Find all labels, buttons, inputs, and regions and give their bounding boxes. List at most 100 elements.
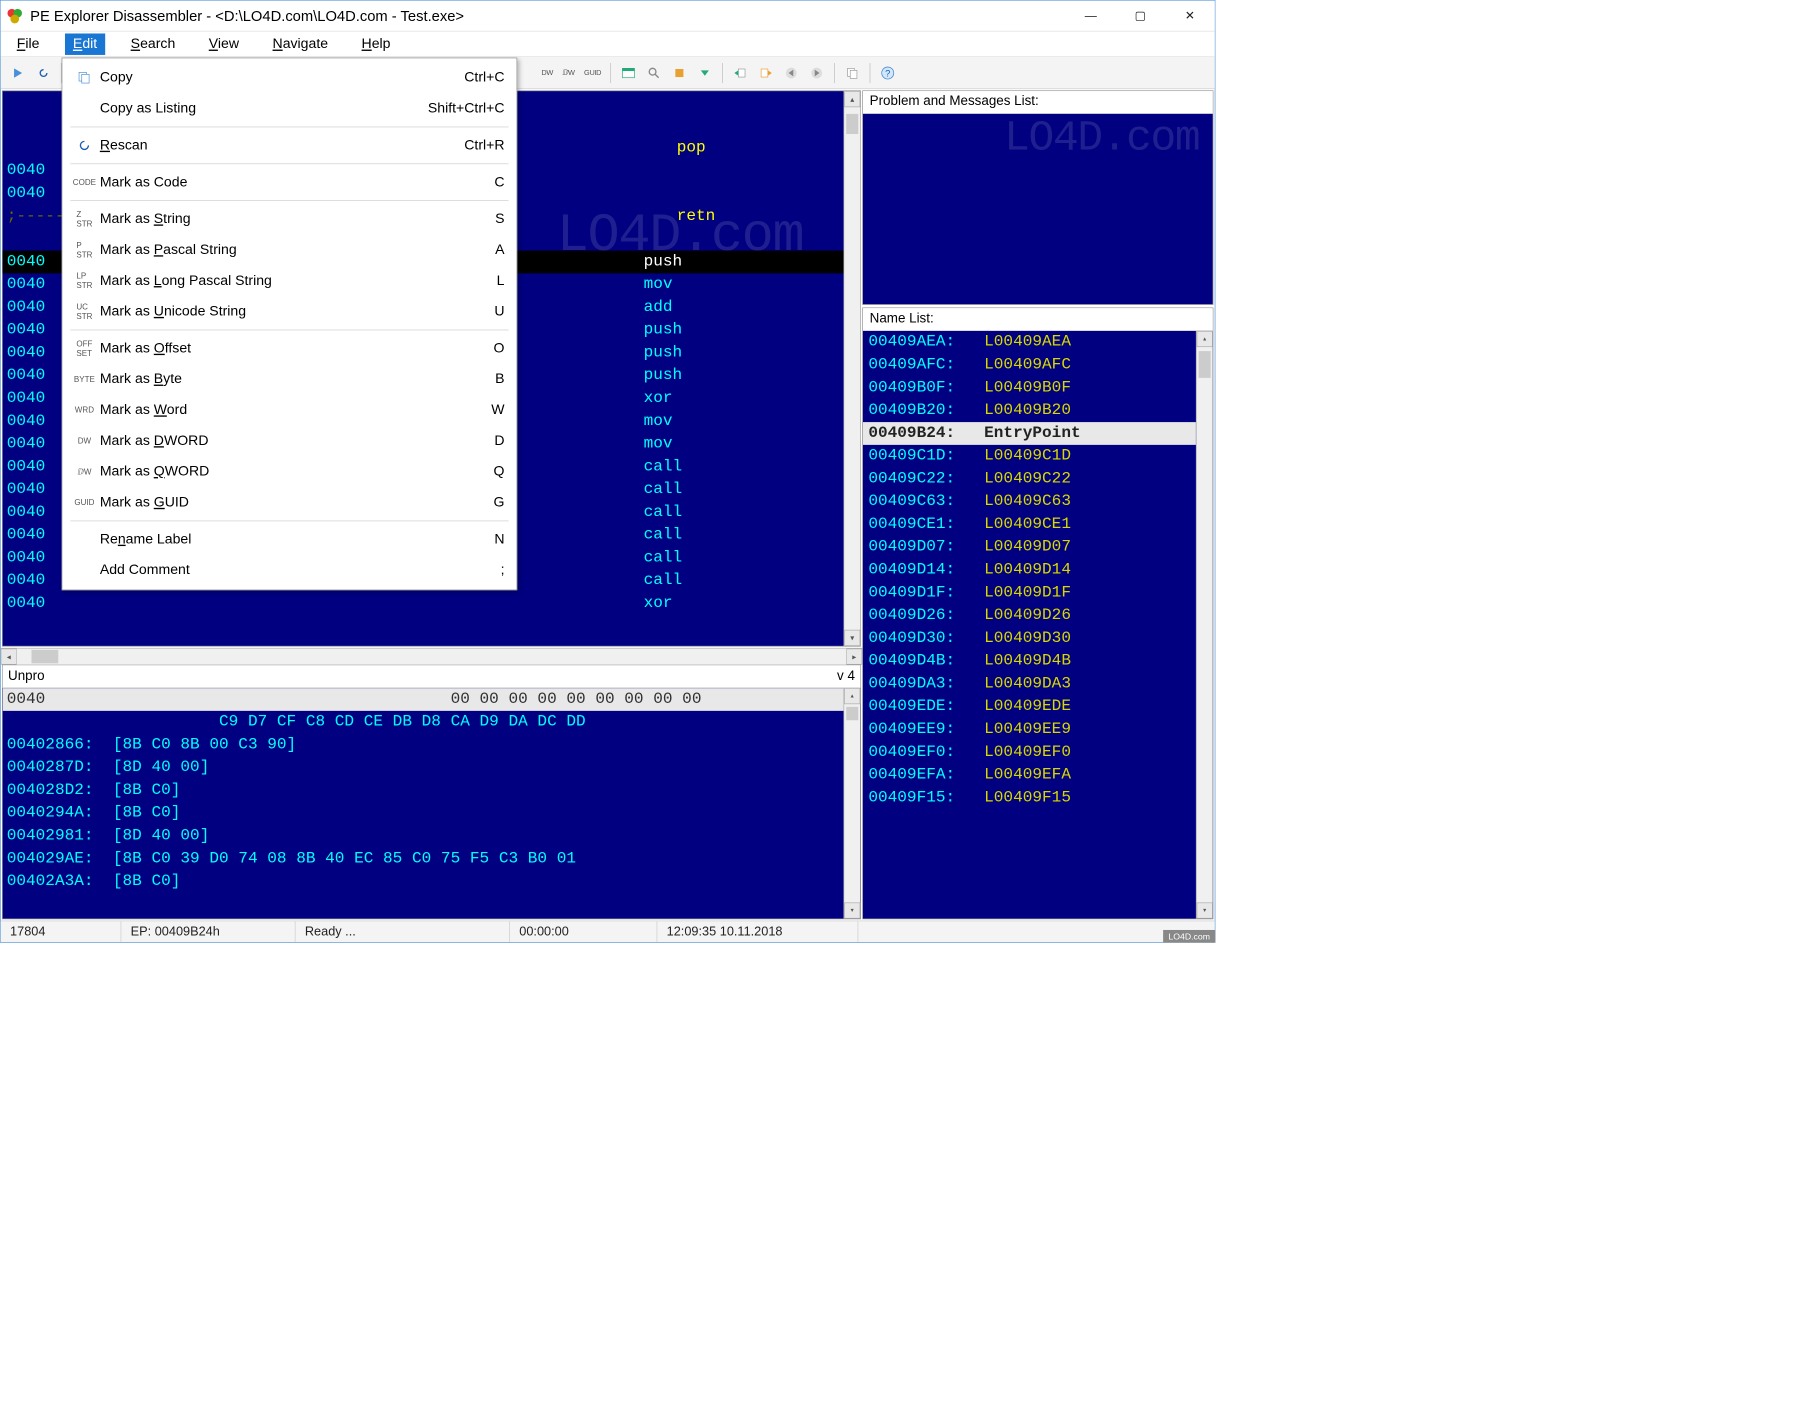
menu-mark-guid[interactable]: GUIDMark as GUIDG (62, 487, 516, 518)
down-arrow-icon[interactable] (693, 61, 717, 85)
menu-rename-label[interactable]: Rename LabelN (62, 524, 516, 555)
namelist-body[interactable]: 00409AEA: L00409AEA00409AFC: L00409AFC00… (863, 331, 1213, 919)
unprocessed-pane: Unpro v 4 LO4D.com 0040 00 00 00 00 00 0… (2, 665, 861, 920)
minimize-button[interactable]: — (1075, 6, 1106, 26)
status-ready: Ready ... (295, 921, 509, 942)
unprocessed-suffix: v 4 (837, 669, 855, 684)
status-elapsed: 00:00:00 (510, 921, 657, 942)
disasm-vscroll[interactable]: ▴ ▾ (844, 91, 861, 646)
dw-label[interactable]: DW (537, 69, 557, 77)
refresh-icon[interactable] (31, 61, 55, 85)
disasm-line[interactable]: 0040 xor (3, 592, 844, 615)
copy-icon[interactable] (840, 61, 864, 85)
namelist-item[interactable]: 00409D07: L00409D07 (863, 536, 1196, 559)
hex-vscroll[interactable]: ▴ ▾ (844, 688, 861, 918)
tool-icon[interactable] (667, 61, 691, 85)
hex-line[interactable]: 0040 00 00 00 00 00 00 00 00 00 (3, 688, 844, 711)
unprocessed-title: Unpro (8, 669, 45, 684)
app-icon (6, 7, 23, 24)
menu-mark-code[interactable]: CODEMark as CodeC (62, 167, 516, 198)
play-icon[interactable] (6, 61, 30, 85)
window-title: PE Explorer Disassembler - <D:\LO4D.com\… (30, 7, 1075, 24)
namelist-title: Name List: (863, 308, 1213, 331)
hex-line[interactable]: C9 D7 CF C8 CD CE DB D8 CA D9 DA DC DD (3, 711, 844, 734)
window-icon[interactable] (617, 61, 641, 85)
status-ep: EP: 00409B24h (121, 921, 295, 942)
guid-label[interactable]: GUID (580, 69, 605, 77)
menu-edit[interactable]: Edit (65, 33, 105, 54)
brand-tag: LO4D.com (1163, 930, 1215, 943)
namelist-panel: Name List: 00409AEA: L00409AEA00409AFC: … (862, 308, 1213, 920)
maximize-button[interactable]: ▢ (1125, 6, 1156, 26)
namelist-item[interactable]: 00409C22: L00409C22 (863, 468, 1196, 491)
namelist-item[interactable]: 00409EE9: L00409EE9 (863, 718, 1196, 741)
namelist-item[interactable]: 00409EFA: L00409EFA (863, 764, 1196, 787)
namelist-item[interactable]: 00409CE1: L00409CE1 (863, 513, 1196, 536)
svg-text:?: ? (885, 68, 890, 78)
namelist-item[interactable]: 00409D26: L00409D26 (863, 604, 1196, 627)
titlebar: PE Explorer Disassembler - <D:\LO4D.com\… (1, 1, 1215, 32)
menu-copy[interactable]: CopyCtrl+C (62, 62, 516, 93)
menu-add-comment[interactable]: Add Comment; (62, 555, 516, 586)
menubar: File Edit Search View Navigate Help (1, 31, 1215, 56)
menu-mark-string[interactable]: ZSTRMark as StringS (62, 204, 516, 235)
hex-line[interactable]: 00402981: [8D 40 00] (3, 825, 844, 848)
menu-mark-qword[interactable]: ⅅWMark as QWORDQ (62, 456, 516, 487)
namelist-item[interactable]: 00409C63: L00409C63 (863, 490, 1196, 513)
namelist-item[interactable]: 00409AFC: L00409AFC (863, 354, 1196, 377)
opcode: pop (673, 137, 789, 160)
close-button[interactable]: ✕ (1175, 6, 1206, 26)
namelist-item[interactable]: 00409D30: L00409D30 (863, 627, 1196, 650)
forward-icon[interactable] (805, 61, 829, 85)
nav-out-icon[interactable] (754, 61, 778, 85)
hex-line[interactable]: 0040294A: [8B C0] (3, 802, 844, 825)
namelist-item[interactable]: 00409EF0: L00409EF0 (863, 741, 1196, 764)
disasm-hscroll[interactable]: ◂ ▸ (1, 648, 863, 665)
menu-mark-pascal[interactable]: PSTRMark as Pascal StringA (62, 235, 516, 266)
namelist-item[interactable]: 00409C1D: L00409C1D (863, 445, 1196, 468)
namelist-item[interactable]: 00409B24: EntryPoint (863, 422, 1196, 445)
refresh-icon (69, 139, 100, 151)
namelist-vscroll[interactable]: ▴ ▾ (1196, 331, 1213, 919)
hex-line[interactable]: 0040287D: [8D 40 00] (3, 756, 844, 779)
menu-mark-unicode[interactable]: UCSTRMark as Unicode StringU (62, 296, 516, 327)
menu-rescan[interactable]: RescanCtrl+R (62, 130, 516, 161)
menu-view[interactable]: View (201, 33, 247, 54)
hex-line[interactable]: 00402A3A: [8B C0] (3, 870, 844, 893)
menu-mark-offset[interactable]: OFFSETMark as OffsetO (62, 333, 516, 364)
messages-title: Problem and Messages List: (863, 91, 1213, 114)
search-icon[interactable] (642, 61, 666, 85)
menu-navigate[interactable]: Navigate (264, 33, 336, 54)
namelist-item[interactable]: 00409B20: L00409B20 (863, 399, 1196, 422)
namelist-item[interactable]: 00409D4B: L00409D4B (863, 650, 1196, 673)
hex-line[interactable]: 004029AE: [8B C0 39 D0 74 08 8B 40 EC 85… (3, 848, 844, 871)
hex-pane[interactable]: LO4D.com 0040 00 00 00 00 00 00 00 00 00… (3, 688, 861, 918)
namelist-item[interactable]: 00409B0F: L00409B0F (863, 377, 1196, 400)
status-count: 17804 (1, 921, 122, 942)
menu-file[interactable]: File (9, 33, 48, 54)
hex-line[interactable]: 004028D2: [8B C0] (3, 779, 844, 802)
messages-body[interactable]: LO4D.com (863, 114, 1213, 304)
menu-search[interactable]: Search (123, 33, 184, 54)
menu-mark-word[interactable]: WRDMark as WordW (62, 395, 516, 426)
statusbar: 17804 EP: 00409B24h Ready ... 00:00:00 1… (1, 921, 1215, 942)
namelist-item[interactable]: 00409F15: L00409F15 (863, 787, 1196, 810)
menu-mark-dword[interactable]: DWMark as DWORDD (62, 425, 516, 456)
qw-label[interactable]: ⅅW (558, 68, 578, 77)
menu-mark-lpascal[interactable]: LPSTRMark as Long Pascal StringL (62, 265, 516, 296)
hex-line[interactable]: 00402866: [8B C0 8B 00 C3 90] (3, 734, 844, 757)
menu-copy-listing[interactable]: Copy as ListingShift+Ctrl+C (62, 93, 516, 124)
edit-dropdown: CopyCtrl+C Copy as ListingShift+Ctrl+C R… (62, 58, 518, 591)
namelist-item[interactable]: 00409D14: L00409D14 (863, 559, 1196, 582)
back-icon[interactable] (779, 61, 803, 85)
namelist-item[interactable]: 00409AEA: L00409AEA (863, 331, 1196, 354)
menu-help[interactable]: Help (354, 33, 399, 54)
namelist-item[interactable]: 00409EDE: L00409EDE (863, 695, 1196, 718)
namelist-item[interactable]: 00409D1F: L00409D1F (863, 582, 1196, 605)
namelist-item[interactable]: 00409DA3: L00409DA3 (863, 673, 1196, 696)
menu-mark-byte[interactable]: BYTEMark as ByteB (62, 364, 516, 395)
messages-panel: Problem and Messages List: LO4D.com (862, 90, 1213, 304)
status-datetime: 12:09:35 10.11.2018 (657, 921, 858, 942)
help-icon[interactable]: ? (876, 61, 900, 85)
nav-in-icon[interactable] (728, 61, 752, 85)
